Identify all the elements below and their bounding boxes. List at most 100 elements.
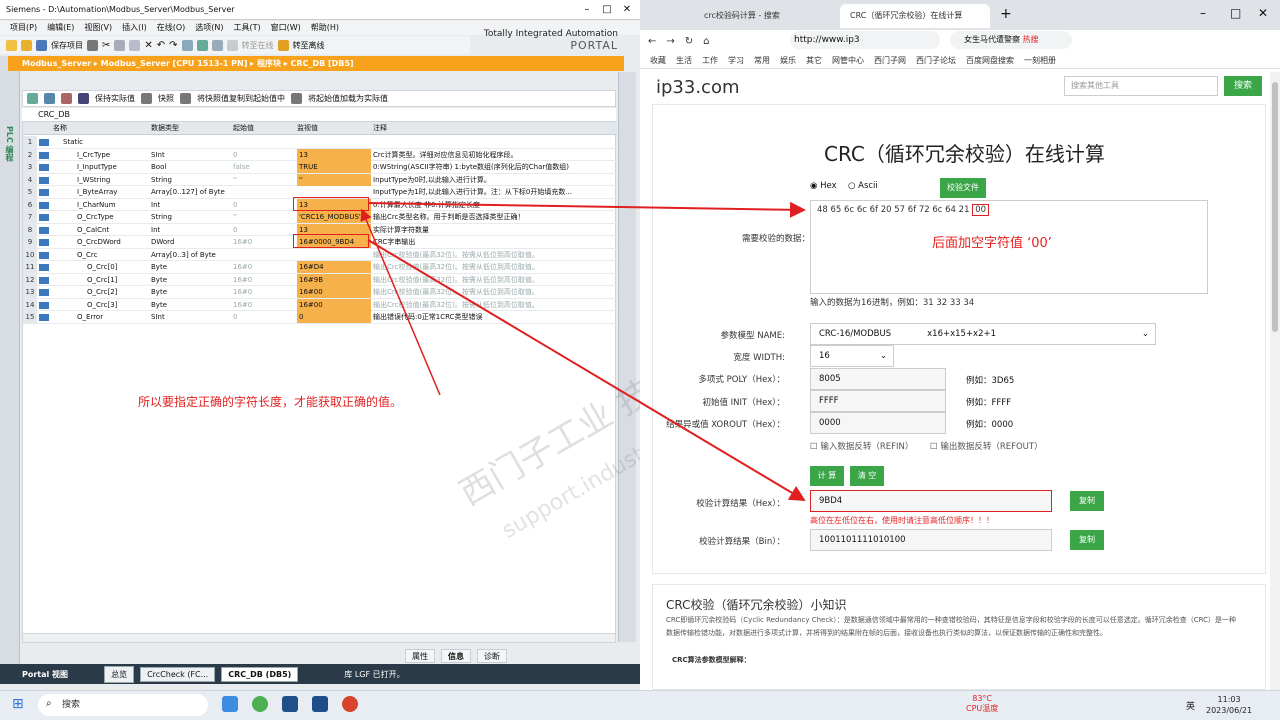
task-card-sidebar[interactable] (618, 72, 636, 642)
copy-hex-button[interactable]: 复制 (1070, 491, 1104, 511)
go-offline-button[interactable]: 转至离线 (293, 40, 325, 51)
bookmark-item[interactable]: 其它 (806, 53, 822, 68)
minimize-icon[interactable]: – (578, 0, 596, 20)
portal-view-button[interactable]: Portal 视图 (22, 669, 68, 680)
crc-db-tab[interactable]: CRC_DB (DB5) (221, 666, 299, 682)
db-tool-icon[interactable] (44, 93, 55, 104)
tab-diagnostics[interactable]: 诊断 (477, 649, 507, 663)
table-row[interactable]: 14 O_Crc[3] Byte 16#0 16#00 输出Crc校验值(最高32位)。按… (23, 298, 617, 311)
site-logo[interactable]: ip33.com (656, 77, 740, 98)
menu-tools[interactable]: 工具(T) (233, 21, 260, 35)
tia-icon[interactable] (312, 696, 328, 712)
refout-checkbox[interactable]: ☐ 输出数据反转（REFOUT） (930, 440, 1043, 452)
cut-icon[interactable]: ✂ (102, 40, 110, 51)
close-icon[interactable]: ✕ (1258, 6, 1268, 20)
upload-icon[interactable] (211, 39, 223, 51)
tab-crc-search[interactable]: crc校验码计算 - 搜索 (694, 4, 834, 28)
init-input[interactable]: FFFF (810, 390, 946, 412)
bookmark-item[interactable]: 学习 (728, 53, 744, 68)
db-tool-icon[interactable] (61, 93, 72, 104)
keep-actual-values-button[interactable]: 保持实际值 (95, 93, 135, 104)
load-start-button[interactable]: 将起始值加载为实际值 (308, 93, 388, 104)
menu-help[interactable]: 帮助(H) (311, 21, 339, 35)
browser-search-field[interactable]: 女生马代遭警察 热搜 (950, 31, 1072, 49)
table-row[interactable]: 15 O_Error SInt 0 0 输出错误代码:0正常1CRC类型错误 (23, 311, 617, 324)
clock[interactable]: 11:03 2023/06/21 (1206, 694, 1252, 716)
calculate-button[interactable]: 计 算 (810, 466, 844, 486)
menu-project[interactable]: 项目(P) (10, 21, 37, 35)
app-icon[interactable] (252, 696, 268, 712)
scrollbar-thumb[interactable] (1272, 82, 1278, 332)
save-project-button[interactable]: 保存项目 (51, 40, 83, 51)
undo-icon[interactable]: ↶ (157, 40, 165, 51)
download-icon[interactable] (196, 39, 208, 51)
db-tool-icon[interactable] (27, 93, 38, 104)
redo-icon[interactable]: ↷ (169, 40, 177, 51)
overview-tab[interactable]: 总览 (104, 665, 135, 683)
online-icon[interactable] (226, 39, 238, 51)
bookmark-item[interactable]: 百度网盘搜索 (966, 53, 1014, 68)
radio-ascii[interactable]: ○ Ascii (848, 181, 878, 191)
task-view-icon[interactable] (222, 696, 238, 712)
copy-icon[interactable] (114, 39, 126, 51)
taskbar-search[interactable]: 搜索 (38, 694, 208, 716)
reload-icon[interactable]: ↻ (685, 36, 693, 47)
tab-info[interactable]: 信息 (441, 649, 471, 663)
radio-hex[interactable]: ◉ Hex (810, 181, 837, 191)
delete-icon[interactable]: ✕ (144, 40, 152, 51)
width-select[interactable]: 16 ⌄ (810, 345, 894, 367)
compile-icon[interactable] (181, 39, 193, 51)
menu-insert[interactable]: 插入(I) (122, 21, 147, 35)
db-tool-icon[interactable] (78, 93, 89, 104)
print-icon[interactable] (87, 39, 98, 51)
snapshot-button[interactable]: 快照 (158, 93, 174, 104)
maximize-icon[interactable]: □ (598, 0, 616, 20)
bookmark-item[interactable]: 生活 (676, 53, 692, 68)
go-online-button[interactable]: 转至在线 (242, 40, 274, 51)
site-search-input[interactable]: 搜索其他工具 (1064, 76, 1218, 96)
bookmark-item[interactable]: 网管中心 (832, 53, 864, 68)
forward-icon[interactable]: → (666, 36, 674, 47)
powerpoint-icon[interactable] (342, 696, 358, 712)
bookmark-item[interactable]: 一刻相册 (1024, 53, 1056, 68)
new-tab-icon[interactable]: + (1000, 6, 1012, 22)
menu-edit[interactable]: 编辑(E) (47, 21, 74, 35)
plcsim-icon[interactable] (282, 696, 298, 712)
copy-snapshot-icon[interactable] (180, 93, 191, 104)
bookmark-item[interactable]: 工作 (702, 53, 718, 68)
table-row[interactable]: 10 O_Crc Array[0..3] of Byte 输出Crc校验值(最高32位… (23, 248, 617, 261)
copy-bin-button[interactable]: 复制 (1070, 530, 1104, 550)
table-scrollbar[interactable] (22, 633, 616, 643)
snapshot-icon[interactable] (141, 93, 152, 104)
poly-input[interactable]: 8005 (810, 368, 946, 390)
plc-programming-sidebar[interactable]: PLC 编程 (0, 56, 20, 666)
result-hex-output[interactable]: 9BD4 (810, 490, 1052, 512)
offline-icon[interactable] (277, 39, 289, 51)
clear-button[interactable]: 清 空 (850, 466, 884, 486)
maximize-icon[interactable]: □ (1230, 6, 1241, 20)
table-row[interactable]: 2 I_CrcType SInt 0 13 Crc计算类型。详细对应信息见初始化程序段。 (23, 148, 617, 161)
copy-snapshot-button[interactable]: 将快照值复制到起始值中 (197, 93, 285, 104)
xorout-input[interactable]: 0000 (810, 412, 946, 434)
home-icon[interactable]: ⌂ (703, 36, 709, 47)
table-row[interactable]: 4 I_WString String '' '' InputType为0时,以此输入进行计… (23, 173, 617, 186)
tab-crc-calc[interactable]: CRC（循环冗余校验）在线计算 (840, 4, 990, 28)
result-bin-output[interactable]: 1001101111010100 (810, 529, 1052, 551)
save-icon[interactable] (36, 39, 47, 51)
input-language[interactable]: 英 (1186, 699, 1195, 712)
start-icon[interactable]: ⊞ (12, 696, 24, 712)
table-row[interactable]: 1 Static (23, 136, 617, 149)
menu-online[interactable]: 在线(O) (157, 21, 186, 35)
page-scrollbar[interactable] (1270, 72, 1280, 690)
menu-view[interactable]: 视图(V) (84, 21, 112, 35)
site-search-button[interactable]: 搜索 (1224, 76, 1262, 96)
url-field[interactable]: http://www.ip3 (790, 31, 940, 49)
menu-options[interactable]: 选项(N) (195, 21, 223, 35)
verify-file-button[interactable]: 校验文件 (940, 178, 986, 198)
new-project-icon[interactable] (6, 39, 17, 51)
table-row[interactable]: 7 O_CrcType String '' 'CRC16_MODBUS' 输出Crc类型名… (23, 211, 617, 224)
open-project-icon[interactable] (21, 39, 32, 51)
load-start-icon[interactable] (291, 93, 302, 104)
tab-properties[interactable]: 属性 (405, 649, 435, 663)
minimize-icon[interactable]: – (1200, 6, 1206, 20)
